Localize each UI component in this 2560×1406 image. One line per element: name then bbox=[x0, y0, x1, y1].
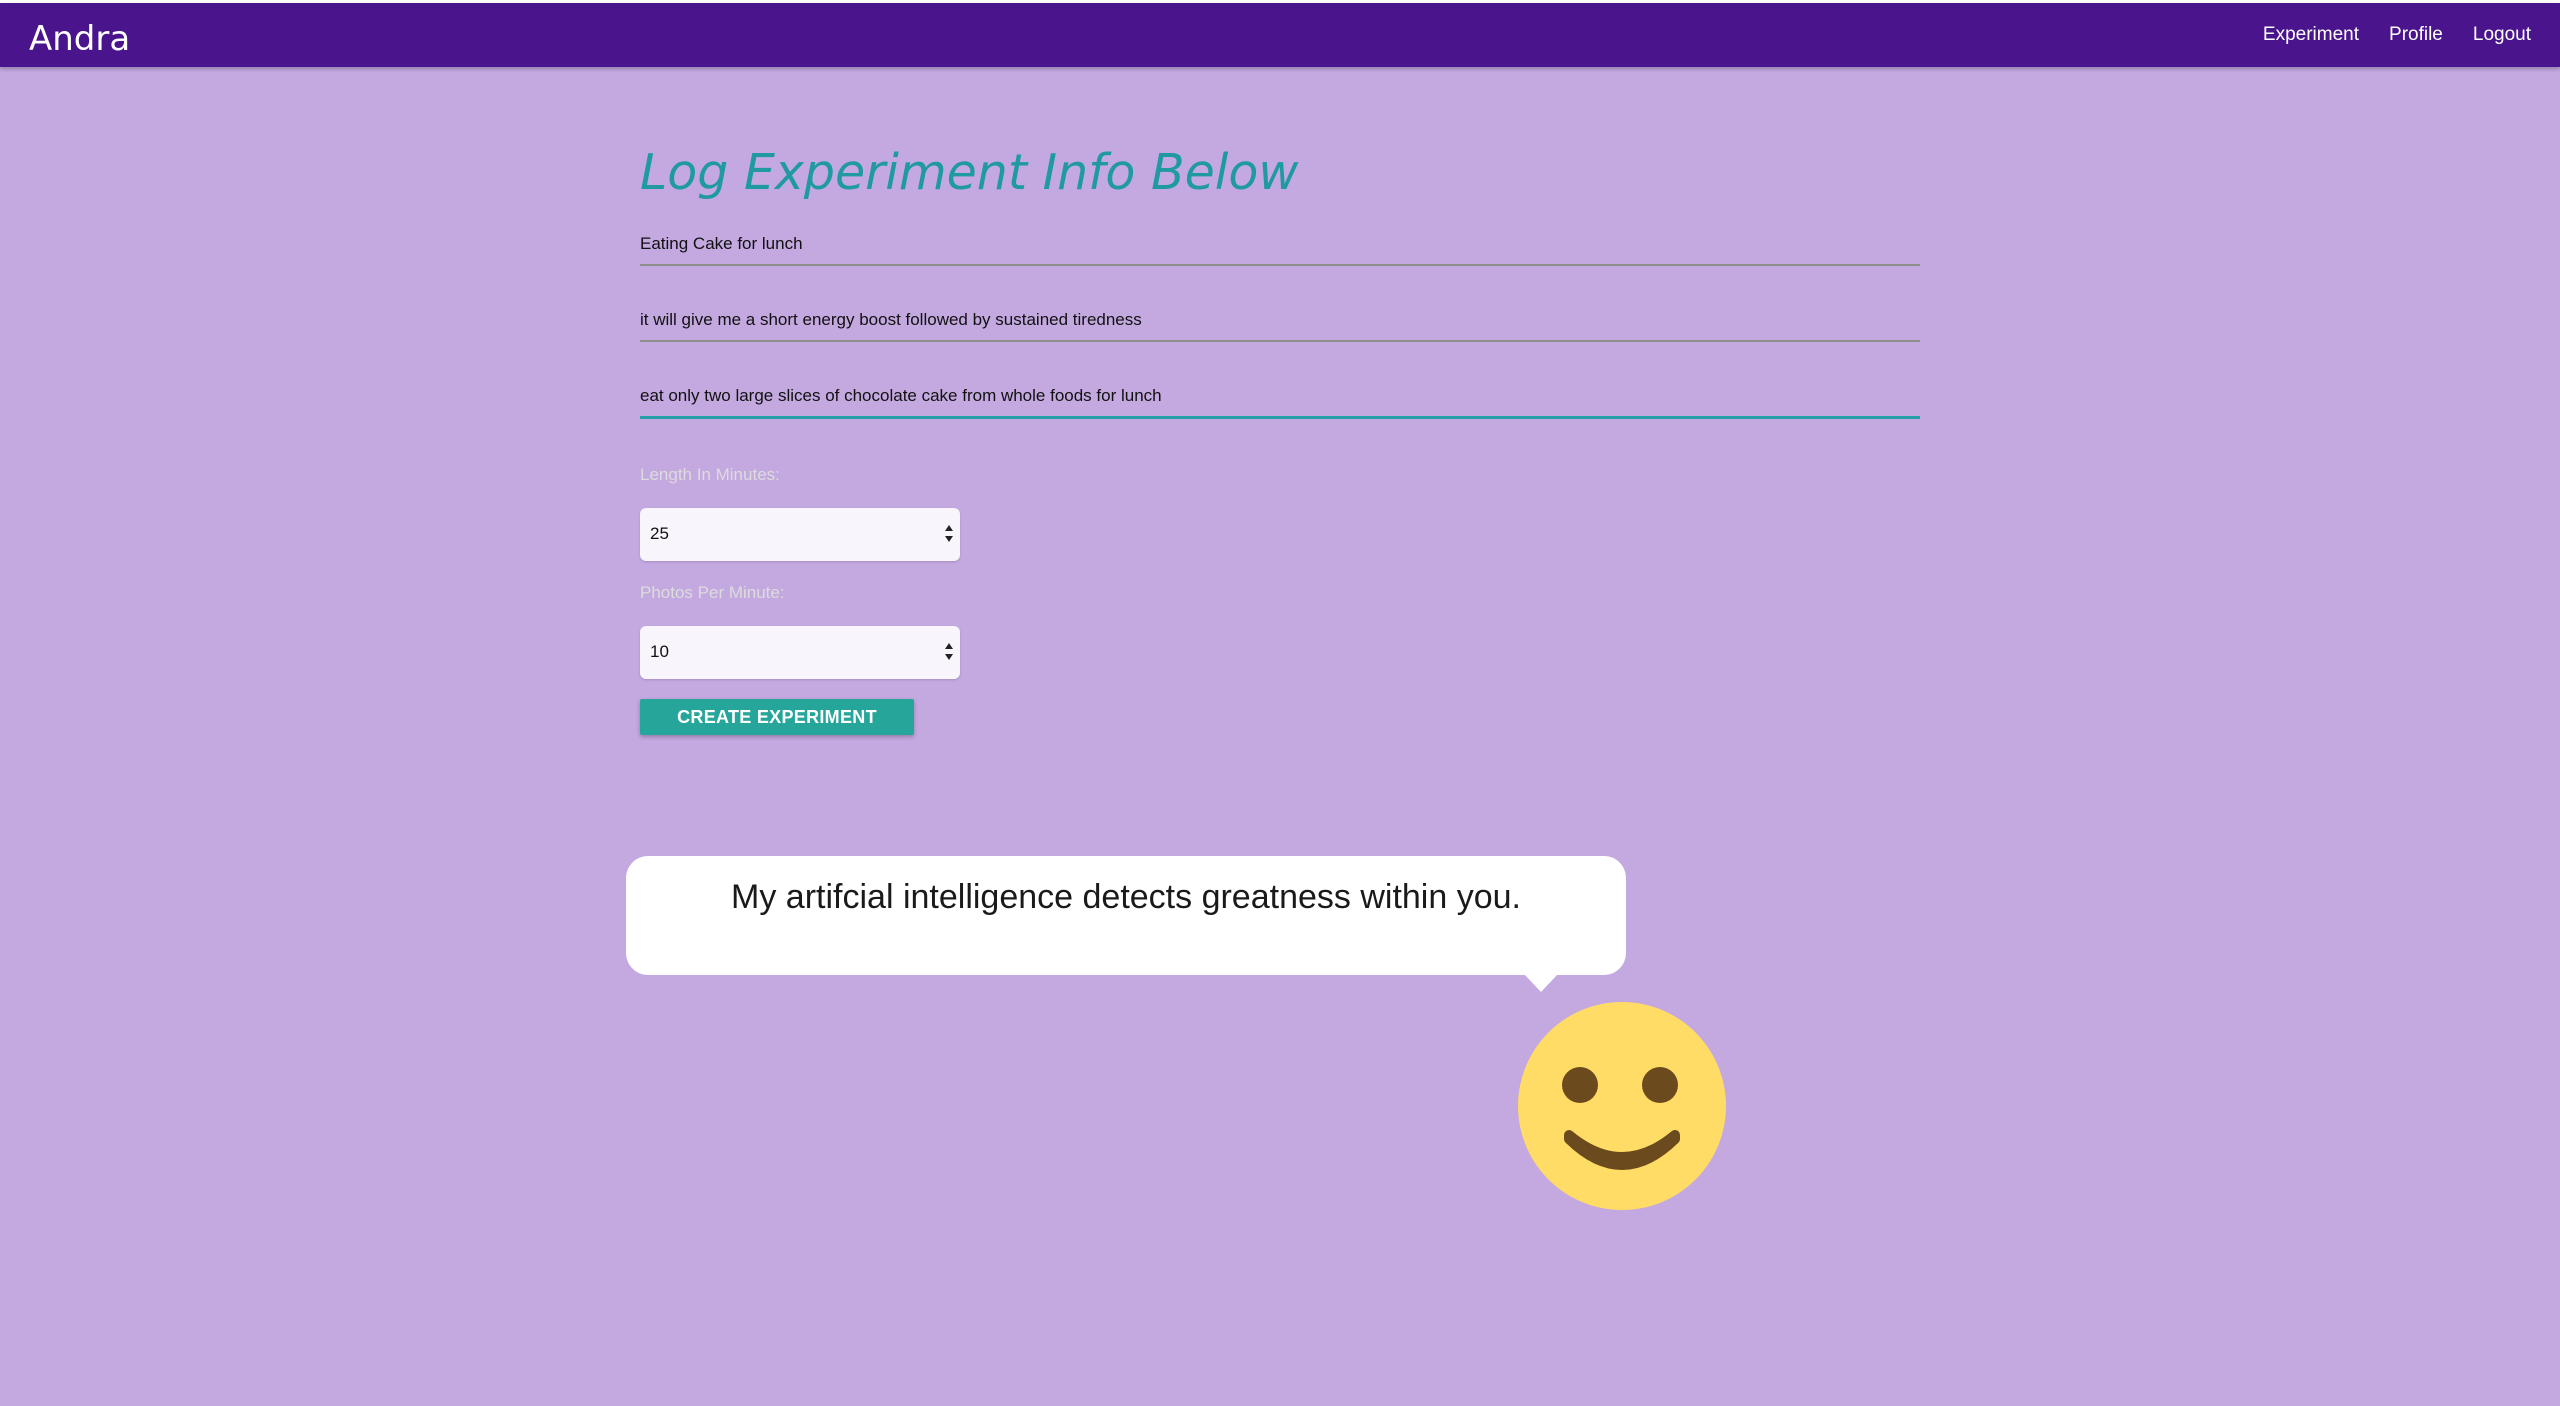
hypothesis-input[interactable] bbox=[640, 300, 1920, 340]
select-arrows-icon bbox=[945, 525, 953, 542]
hypothesis-field bbox=[640, 300, 1920, 342]
nav-links: Experiment Profile Logout bbox=[2248, 3, 2546, 67]
nav-link-experiment[interactable]: Experiment bbox=[2248, 3, 2374, 67]
navbar: Andra Experiment Profile Logout bbox=[0, 3, 2560, 67]
experiment-name-field bbox=[640, 224, 1920, 266]
nav-link-profile[interactable]: Profile bbox=[2374, 3, 2458, 67]
length-label: Length In Minutes: bbox=[640, 465, 780, 484]
speech-bubble-tail bbox=[1524, 974, 1558, 992]
length-select-value: 25 bbox=[650, 524, 669, 543]
photos-label: Photos Per Minute: bbox=[640, 583, 785, 602]
speech-bubble: My artifcial intelligence detects greatn… bbox=[626, 856, 1626, 975]
photos-select-value: 10 bbox=[650, 642, 669, 661]
procedure-field bbox=[640, 376, 1920, 419]
nav-link-logout[interactable]: Logout bbox=[2458, 3, 2546, 67]
assistant-message: My artifcial intelligence detects greatn… bbox=[731, 878, 1521, 916]
select-arrows-icon bbox=[945, 643, 953, 660]
page: Andra Experiment Profile Logout Log Expe… bbox=[0, 0, 2560, 1406]
procedure-input[interactable] bbox=[640, 376, 1920, 416]
photos-select[interactable]: 10 bbox=[640, 626, 960, 679]
brand-logo-link[interactable]: Andra bbox=[29, 17, 130, 61]
experiment-name-input[interactable] bbox=[640, 224, 1920, 264]
length-select[interactable]: 25 bbox=[640, 508, 960, 561]
smiley-face-icon bbox=[1518, 1002, 1726, 1210]
create-experiment-button[interactable]: CREATE EXPERIMENT bbox=[640, 699, 914, 735]
page-title: Log Experiment Info Below bbox=[640, 144, 1299, 201]
